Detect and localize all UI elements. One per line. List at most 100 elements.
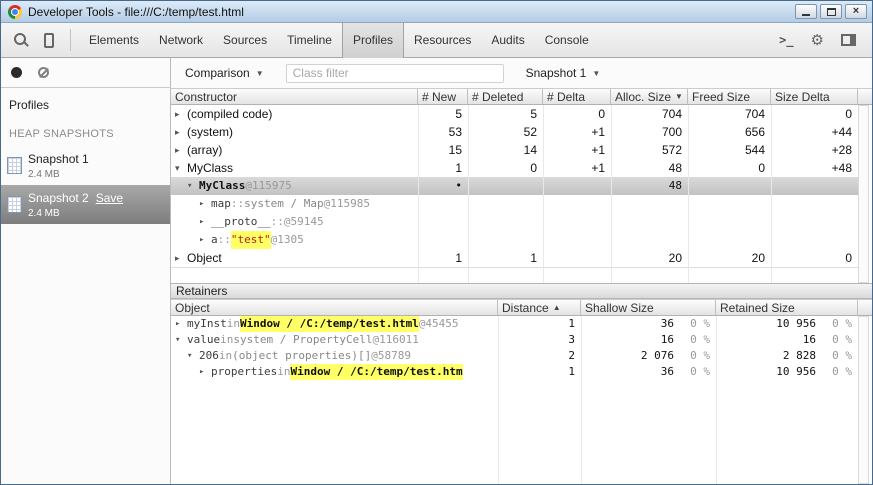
view-mode-select[interactable]: Comparison ▼ <box>185 66 264 80</box>
column-header-retained-size[interactable]: Retained Size <box>716 300 858 315</box>
tab-network[interactable]: Network <box>149 23 213 58</box>
shallow-size-percent: 0 % <box>690 349 710 362</box>
retainer-row[interactable]: ▾ value in system / PropertyCell @116011 3… <box>171 332 858 348</box>
collapsed-arrow-icon[interactable]: ▸ <box>199 364 211 380</box>
close-button[interactable]: × <box>845 4 867 19</box>
chrome-icon <box>8 4 22 19</box>
collapsed-arrow-icon[interactable]: ▸ <box>175 141 187 159</box>
view-mode-value: Comparison <box>185 66 250 80</box>
column-header-new[interactable]: # New <box>418 89 468 104</box>
expanded-arrow-icon[interactable]: ▾ <box>175 332 187 348</box>
constructor-row[interactable]: ▸ (system) 53 52 +1 700 656 +44 <box>171 123 858 141</box>
constructor-row[interactable]: ▸ (array) 15 14 +1 572 544 +28 <box>171 141 858 159</box>
constructor-cell: ▾ MyClass @115975 <box>171 177 418 195</box>
constructor-row[interactable]: ▸ __proto__ :: @59145 <box>171 213 858 231</box>
collapsed-arrow-icon[interactable]: ▸ <box>199 195 211 213</box>
constructor-row[interactable]: ▸ Object 1 1 20 20 0 <box>171 249 858 267</box>
value-cell: 656 <box>744 125 765 139</box>
text-segment-prop: properties <box>211 365 278 378</box>
text-segment-val: (object properties)[] <box>232 349 372 362</box>
tab-profiles[interactable]: Profiles <box>341 22 404 58</box>
retainer-row[interactable]: ▸ properties in Window / /C:/temp/test.ht… <box>171 364 858 380</box>
column-header-freed-size[interactable]: Freed Size <box>688 89 771 104</box>
shallow-size-value: 36 <box>660 365 674 378</box>
collapsed-arrow-icon[interactable]: ▸ <box>175 249 187 267</box>
clear-icon[interactable] <box>38 67 49 78</box>
record-icon[interactable] <box>11 67 22 78</box>
console-toggle-icon[interactable]: >_ <box>779 33 793 47</box>
value-cell <box>771 231 858 249</box>
maximize-button[interactable] <box>820 4 842 19</box>
column-header-deleted[interactable]: # Deleted <box>468 89 543 104</box>
snapshot-name: Snapshot 1 <box>28 152 89 166</box>
tab-elements[interactable]: Elements <box>79 23 149 58</box>
dock-side-icon[interactable] <box>841 34 856 46</box>
profiler-main: Comparison ▼ Snapshot 1 ▼ Constructor # N… <box>171 58 872 484</box>
heap-snapshots-heading: HEAP SNAPSHOTS <box>9 128 114 140</box>
minimize-icon <box>802 14 810 16</box>
value-cell: 5 <box>530 107 537 121</box>
tab-sources[interactable]: Sources <box>213 23 277 58</box>
vertical-scrollbar[interactable] <box>858 316 869 484</box>
gear-icon[interactable]: ⚙ <box>811 33 824 48</box>
value-cell: 0 <box>845 251 852 265</box>
snapshot-text: Snapshot 1 2.4 MB <box>28 150 89 180</box>
expanded-arrow-icon[interactable]: ▾ <box>175 159 187 177</box>
text-segment-sep: :: <box>230 197 245 210</box>
tab-timeline[interactable]: Timeline <box>277 23 342 58</box>
column-header-object[interactable]: Object <box>171 300 498 315</box>
constructor-row[interactable]: ▸ map :: system / Map @115985 <box>171 195 858 213</box>
constructor-row[interactable]: ▾ MyClass 1 0 +1 48 0 +48 <box>171 159 858 177</box>
column-gridline <box>771 105 772 283</box>
tab-audits[interactable]: Audits <box>481 23 534 58</box>
retainer-row[interactable]: ▾ 206 in (object properties)[] @58789 2 2 0… <box>171 348 858 364</box>
device-icon[interactable] <box>44 32 54 48</box>
collapsed-arrow-icon[interactable]: ▸ <box>199 231 211 249</box>
shallow-size-percent: 0 % <box>690 365 710 378</box>
retainer-row[interactable]: ▸ myInst in Window / /C:/temp/test.html @… <box>171 316 858 332</box>
class-filter-input[interactable] <box>285 63 504 83</box>
collapsed-arrow-icon[interactable]: ▸ <box>175 123 187 141</box>
sidebar-item-snapshot-1[interactable]: Snapshot 1 2.4 MB <box>1 146 170 185</box>
tab-console[interactable]: Console <box>535 23 599 58</box>
constructor-rows: ▸ (compiled code) 5 5 0 704 704 0 ▸ (system) 53 52 +… <box>171 105 858 268</box>
column-header-delta[interactable]: # Delta <box>543 89 611 104</box>
minimize-button[interactable] <box>795 4 817 19</box>
value-cell <box>468 213 543 231</box>
save-link[interactable]: Save <box>96 191 123 205</box>
value-cell <box>543 195 611 213</box>
column-header-shallow-size[interactable]: Shallow Size <box>581 300 716 315</box>
shallow-size-value: 2 076 <box>640 349 674 362</box>
retained-size-value: 16 <box>802 333 816 346</box>
titlebar[interactable]: Developer Tools - file:///C:/temp/test.h… <box>1 1 872 23</box>
text-segment-val: system / Map <box>244 197 324 210</box>
text-segment-name: Object <box>187 251 222 265</box>
text-segment-name: (array) <box>187 143 223 157</box>
retainers-section-header[interactable]: Retainers <box>171 283 872 299</box>
retained-size-cell: 16 0 % <box>716 332 858 348</box>
tab-resources[interactable]: Resources <box>404 23 481 58</box>
search-icon[interactable] <box>14 32 29 48</box>
column-header-constructor[interactable]: Constructor <box>171 89 418 104</box>
value-cell: 0 <box>845 107 852 121</box>
collapsed-arrow-icon[interactable]: ▸ <box>199 213 211 231</box>
heap-controls: Comparison ▼ Snapshot 1 ▼ <box>171 58 872 88</box>
sidebar-item-snapshot-2[interactable]: Snapshot 2 Save 2.4 MB <box>1 185 170 224</box>
expanded-arrow-icon[interactable]: ▾ <box>187 348 199 364</box>
collapsed-arrow-icon[interactable]: ▸ <box>175 105 187 123</box>
column-header-size-delta[interactable]: Size Delta <box>771 89 858 104</box>
constructor-row[interactable]: ▾ MyClass @115975 • 48 <box>171 177 858 195</box>
distance-cell: 1 <box>568 317 575 330</box>
constructor-row[interactable]: ▸ a :: "test" @1305 <box>171 231 858 249</box>
constructor-row[interactable]: ▸ (compiled code) 5 5 0 704 704 0 <box>171 105 858 123</box>
object-cell: ▸ myInst in Window / /C:/temp/test.html @… <box>171 316 498 332</box>
collapsed-arrow-icon[interactable]: ▸ <box>175 316 187 332</box>
base-snapshot-select[interactable]: Snapshot 1 ▼ <box>526 66 601 80</box>
vertical-scrollbar[interactable] <box>858 105 869 283</box>
devtools-window: Developer Tools - file:///C:/temp/test.h… <box>0 0 873 485</box>
column-header-alloc-size[interactable]: Alloc. Size ▼ <box>611 89 688 104</box>
value-cell: 0 <box>598 107 605 121</box>
value-cell: 0 <box>530 161 537 175</box>
expanded-arrow-icon[interactable]: ▾ <box>187 177 199 195</box>
column-header-distance[interactable]: Distance ▲ <box>498 300 581 315</box>
